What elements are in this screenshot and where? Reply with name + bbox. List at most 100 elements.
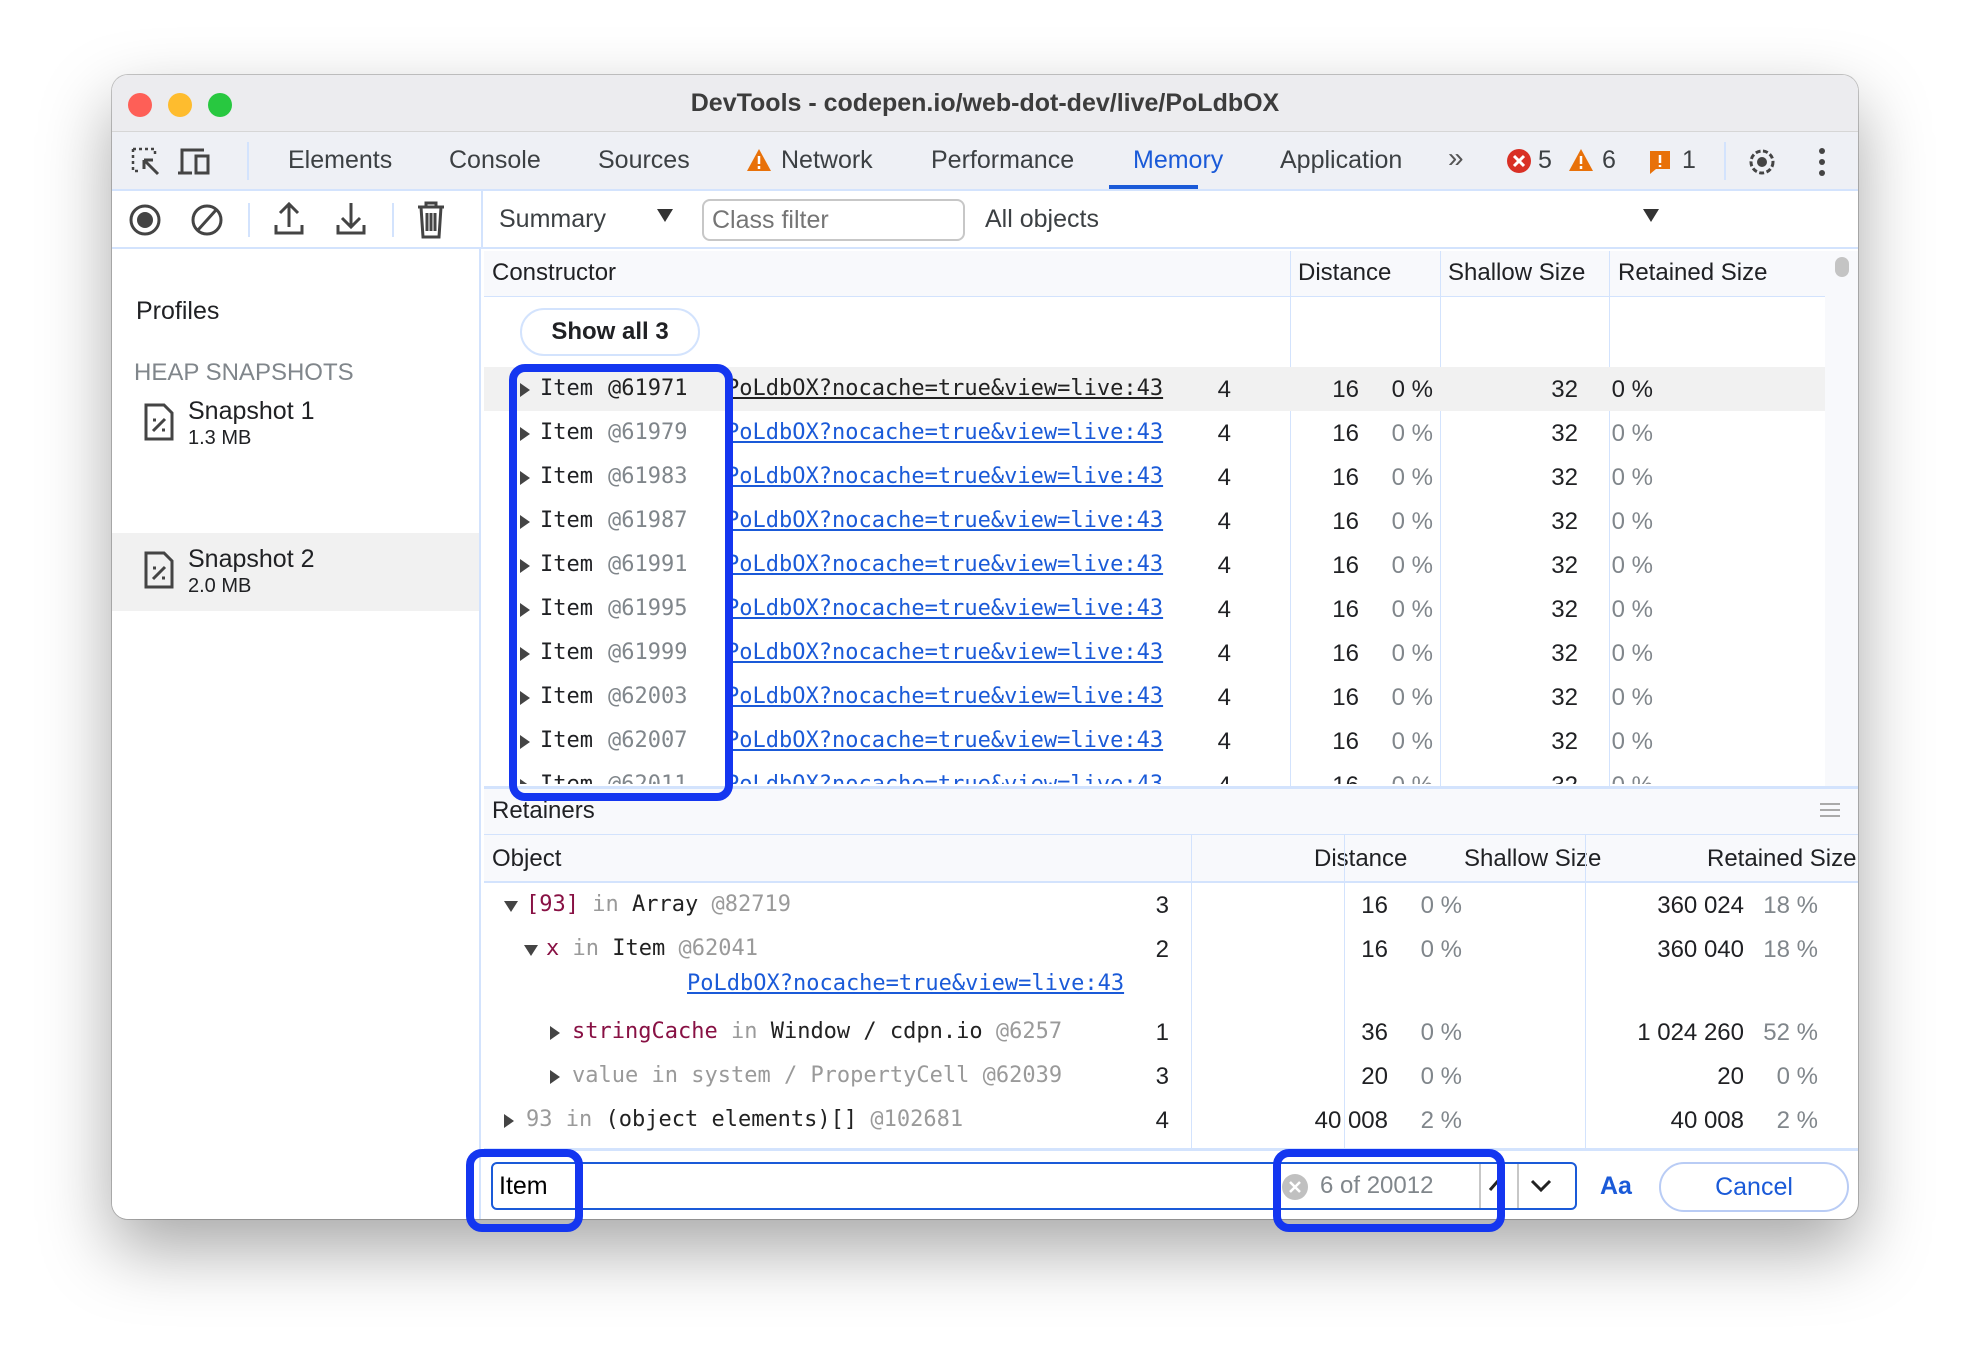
issues-count[interactable]: 1 xyxy=(1682,146,1696,175)
title-bar: DevTools - codepen.io/web-dot-dev/live/P… xyxy=(112,75,1858,132)
retainer-id: @82719 xyxy=(711,892,791,917)
tab-network[interactable]: Network xyxy=(781,146,873,175)
collapse-triangle-icon[interactable] xyxy=(524,945,538,956)
source-link[interactable]: PoLdbOX?nocache=true&view=live:43 xyxy=(726,552,1163,577)
shallow-size-value: 36 xyxy=(1361,1019,1388,1046)
shallow-size-value: 40 008 xyxy=(1314,1107,1388,1134)
grid-scrollbar[interactable] xyxy=(1825,251,1858,788)
retained-size-percent: 0 % xyxy=(1776,1063,1818,1090)
retainer-row[interactable]: x in Item @62041 2 16 0 % 360 040 18 % xyxy=(484,927,1858,971)
device-toolbar-icon[interactable] xyxy=(176,146,212,178)
tab-sources[interactable]: Sources xyxy=(598,146,690,175)
retainer-object: Array xyxy=(631,892,699,917)
source-link[interactable]: PoLdbOX?nocache=true&view=live:43 xyxy=(726,596,1163,621)
retainer-row[interactable]: stringCache in Window / cdpn.io @6257 1 … xyxy=(484,1010,1858,1054)
source-link[interactable]: PoLdbOX?nocache=true&view=live:43 xyxy=(726,464,1163,489)
retained-size-percent: 0 % xyxy=(1611,420,1653,447)
tab-memory[interactable]: Memory xyxy=(1133,146,1223,175)
cancel-button[interactable]: Cancel xyxy=(1659,1162,1849,1212)
source-link[interactable]: PoLdbOX?nocache=true&view=live:43 xyxy=(726,640,1163,665)
retained-size-value: 32 xyxy=(1551,508,1578,535)
load-profile-upload-icon[interactable] xyxy=(272,201,306,237)
column-object[interactable]: Object xyxy=(492,845,561,873)
highlight-match-count xyxy=(1273,1149,1505,1232)
column-distance[interactable]: Distance xyxy=(1298,259,1391,287)
save-profile-download-icon[interactable] xyxy=(334,201,368,237)
retained-size-value: 32 xyxy=(1551,772,1578,784)
objects-filter-select[interactable]: All objects xyxy=(985,205,1099,234)
clear-icon[interactable] xyxy=(190,203,224,237)
tab-application[interactable]: Application xyxy=(1280,146,1402,175)
resize-handle-icon[interactable] xyxy=(1820,803,1840,817)
column-shallow-size[interactable]: Shallow Size xyxy=(1448,259,1585,287)
expand-triangle-icon[interactable] xyxy=(550,1026,560,1040)
source-link[interactable]: PoLdbOX?nocache=true&view=live:43 xyxy=(726,376,1163,401)
column-constructor[interactable]: Constructor xyxy=(492,259,616,287)
retainers-grid-header: Object Distance Shallow Size Retained Si… xyxy=(484,835,1858,883)
snapshot-1-item[interactable]: Snapshot 1 1.3 MB xyxy=(112,385,479,463)
expand-triangle-icon[interactable] xyxy=(504,1114,514,1128)
source-link[interactable]: PoLdbOX?nocache=true&view=live:43 xyxy=(726,684,1163,709)
error-icon[interactable] xyxy=(1506,148,1532,174)
retained-size-value: 32 xyxy=(1551,596,1578,623)
record-icon[interactable] xyxy=(128,203,162,237)
next-match-icon[interactable] xyxy=(1529,1176,1553,1196)
retained-size-value: 32 xyxy=(1551,684,1578,711)
source-link[interactable]: PoLdbOX?nocache=true&view=live:43 xyxy=(726,728,1163,753)
column-retained-size[interactable]: Retained Size xyxy=(1707,845,1856,873)
shallow-size-value: 16 xyxy=(1332,508,1359,535)
expand-triangle-icon[interactable] xyxy=(550,1070,560,1084)
retainer-row[interactable]: 93 in (object elements)[] @102681 4 40 0… xyxy=(484,1098,1858,1142)
shallow-size-value: 16 xyxy=(1332,728,1359,755)
retained-size-percent: 0 % xyxy=(1611,552,1653,579)
error-count[interactable]: 5 xyxy=(1538,146,1552,175)
shallow-size-value: 20 xyxy=(1361,1063,1388,1090)
tab-performance[interactable]: Performance xyxy=(931,146,1074,175)
tab-console[interactable]: Console xyxy=(449,146,541,175)
retainer-row[interactable]: [93] in Array @82719 3 16 0 % 360 024 18… xyxy=(484,883,1858,927)
inspect-element-icon[interactable] xyxy=(130,146,162,178)
retained-size-value: 1 024 260 xyxy=(1637,1019,1744,1046)
retainer-in: in xyxy=(565,1107,593,1132)
profiles-heading: Profiles xyxy=(136,297,220,325)
retained-size-percent: 18 % xyxy=(1763,892,1818,919)
tab-elements[interactable]: Elements xyxy=(288,146,392,175)
shallow-size-percent: 0 % xyxy=(1420,892,1462,919)
class-filter-input[interactable] xyxy=(702,199,965,241)
source-link[interactable]: PoLdbOX?nocache=true&view=live:43 xyxy=(726,508,1163,533)
delete-trash-icon[interactable] xyxy=(416,201,446,239)
warning-count-icon[interactable] xyxy=(1568,148,1594,172)
retained-size-value: 32 xyxy=(1551,464,1578,491)
column-distance[interactable]: Distance xyxy=(1314,845,1407,873)
warning-count[interactable]: 6 xyxy=(1602,146,1616,175)
retained-size-percent: 0 % xyxy=(1611,684,1653,711)
more-options-icon[interactable] xyxy=(1816,146,1828,178)
view-dropdown-icon[interactable] xyxy=(657,209,673,222)
retainer-key: [93] xyxy=(526,892,579,917)
settings-gear-icon[interactable] xyxy=(1744,144,1780,180)
source-link[interactable]: PoLdbOX?nocache=true&view=live:43 xyxy=(726,420,1163,445)
shallow-size-percent: 0 % xyxy=(1391,508,1433,535)
issues-icon[interactable] xyxy=(1648,149,1672,175)
match-case-toggle[interactable]: Aa xyxy=(1600,1172,1632,1201)
retainer-row[interactable]: value in system / PropertyCell @62039 3 … xyxy=(484,1054,1858,1098)
snapshot-name: Snapshot 1 xyxy=(188,397,315,425)
objects-filter-dropdown-icon[interactable] xyxy=(1643,209,1659,222)
source-link[interactable]: PoLdbOX?nocache=true&view=live:43 xyxy=(726,772,1163,784)
search-input[interactable] xyxy=(499,1168,1239,1204)
column-shallow-size[interactable]: Shallow Size xyxy=(1464,845,1601,873)
retainer-in: in xyxy=(730,1019,758,1044)
show-all-button[interactable]: Show all 3 xyxy=(520,308,700,356)
source-link[interactable]: PoLdbOX?nocache=true&view=live:43 xyxy=(687,971,1124,996)
column-retained-size[interactable]: Retained Size xyxy=(1618,259,1767,287)
more-tabs-icon[interactable]: » xyxy=(1448,142,1464,174)
retained-size-percent: 0 % xyxy=(1611,728,1653,755)
view-select[interactable]: Summary xyxy=(499,205,606,234)
retained-size-value: 32 xyxy=(1551,376,1578,403)
shallow-size-value: 16 xyxy=(1332,684,1359,711)
shallow-size-percent: 0 % xyxy=(1391,464,1433,491)
shallow-size-value: 16 xyxy=(1332,420,1359,447)
retainer-key: value xyxy=(572,1063,639,1088)
collapse-triangle-icon[interactable] xyxy=(504,901,518,912)
snapshot-2-item[interactable]: Snapshot 2 2.0 MB xyxy=(112,533,479,611)
